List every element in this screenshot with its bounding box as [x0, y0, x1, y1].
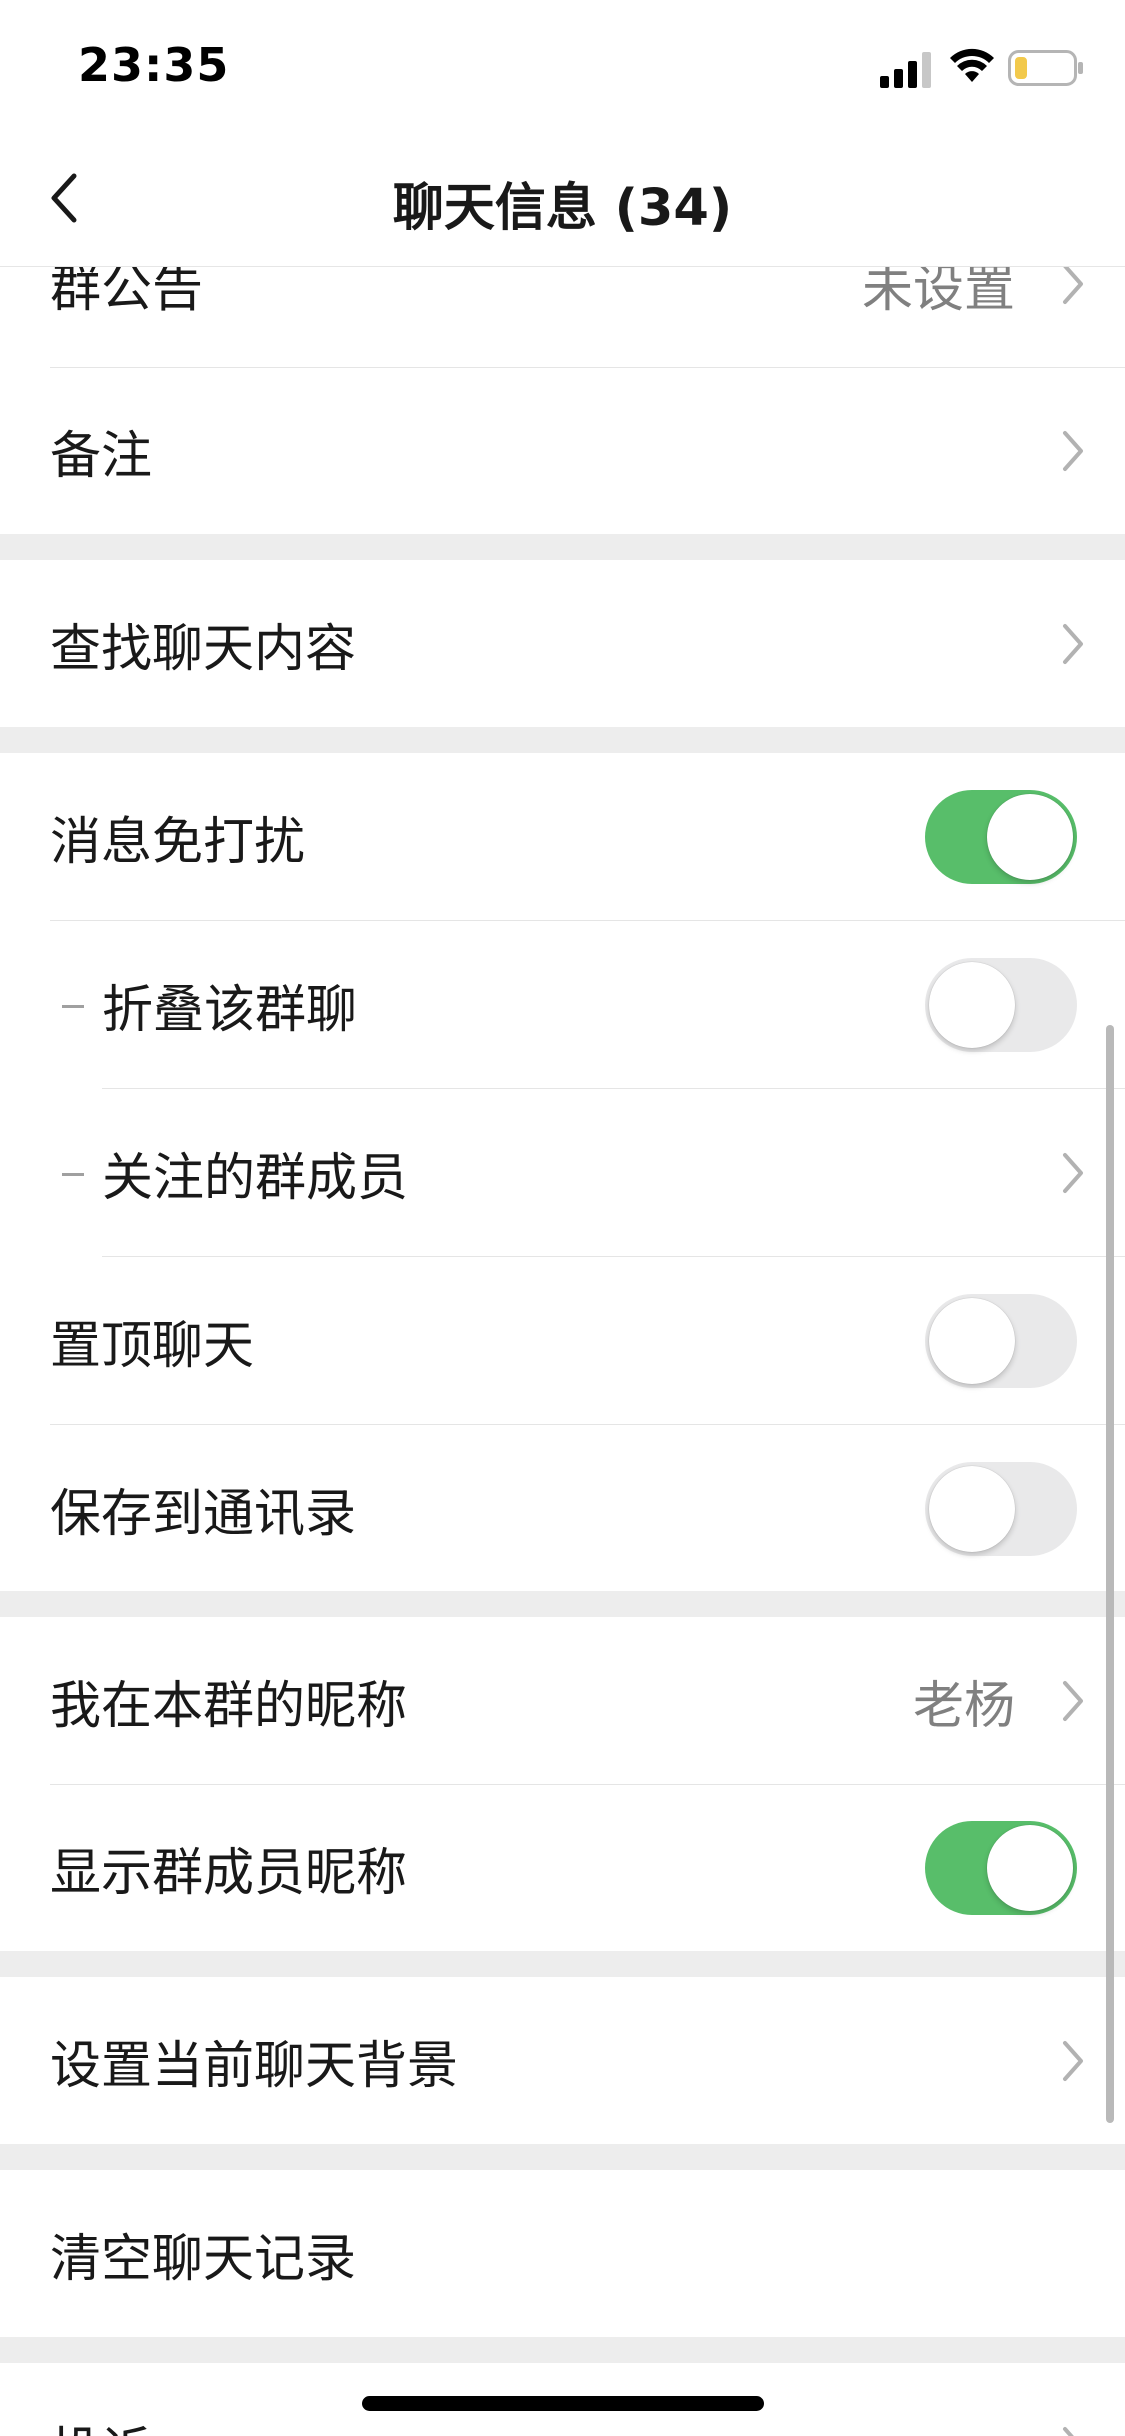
status-bar: 23:35 [0, 0, 1125, 132]
search-section: 查找聊天内容 [0, 560, 1125, 727]
chat-info-screen: 群公告 未设置 备注 查找聊天内容 消息免打扰 折叠该群聊 关注的群成员 置顶聊… [0, 0, 1125, 2436]
mute-toggle[interactable] [925, 789, 1077, 884]
save-contacts-label: 保存到通讯录 [50, 1484, 357, 1544]
sub-item-dash [62, 1172, 84, 1176]
search-chat-label: 查找聊天内容 [50, 619, 357, 679]
show-nicknames-label: 显示群成员昵称 [50, 1843, 408, 1903]
battery-icon [1008, 50, 1083, 86]
chevron-right-icon [1063, 263, 1083, 304]
chat-background-label: 设置当前聊天背景 [50, 2036, 459, 2096]
signal-icon [880, 52, 931, 88]
remark-row[interactable]: 备注 [0, 367, 1125, 534]
followed-members-row[interactable]: 关注的群成员 [0, 1089, 1125, 1256]
my-nickname-label: 我在本群的昵称 [50, 1676, 408, 1736]
chat-background-row[interactable]: 设置当前聊天背景 [0, 1977, 1125, 2144]
show-nicknames-toggle[interactable] [925, 1820, 1077, 1915]
mute-row: 消息免打扰 [0, 753, 1125, 920]
toggle-knob [987, 1824, 1073, 1911]
remark-label: 备注 [50, 426, 153, 486]
report-label: 投诉 [50, 2410, 152, 2436]
background-section: 设置当前聊天背景 [0, 1977, 1125, 2144]
page-title: 聊天信息 (34) [392, 179, 733, 238]
clear-history-row[interactable]: 清空聊天记录 [0, 2170, 1125, 2337]
sub-item-dash [62, 1004, 84, 1008]
chevron-right-icon [1063, 1152, 1083, 1193]
my-nickname-row[interactable]: 我在本群的昵称 老杨 [0, 1617, 1125, 1784]
chevron-right-icon [1063, 2426, 1075, 2436]
home-indicator[interactable] [362, 2396, 764, 2411]
clear-history-label: 清空聊天记录 [50, 2229, 357, 2289]
pin-chat-label: 置顶聊天 [50, 1316, 255, 1376]
toggle-knob [929, 1465, 1015, 1552]
chevron-right-icon [1063, 623, 1083, 664]
scrollbar[interactable] [1106, 1025, 1114, 2123]
pin-chat-toggle[interactable] [925, 1293, 1077, 1388]
chevron-right-icon [1063, 430, 1083, 471]
toggle-knob [987, 793, 1073, 880]
save-contacts-toggle[interactable] [925, 1461, 1077, 1556]
notification-section: 消息免打扰 折叠该群聊 关注的群成员 置顶聊天 保存到通讯录 [0, 753, 1125, 1591]
chevron-right-icon [1063, 1680, 1083, 1721]
chevron-right-icon [1063, 2040, 1083, 2081]
fold-chat-toggle[interactable] [925, 957, 1077, 1052]
mute-label: 消息免打扰 [50, 812, 306, 872]
fold-chat-label: 折叠该群聊 [102, 980, 358, 1040]
fold-chat-row: 折叠该群聊 [0, 921, 1125, 1088]
my-nickname-value: 老杨 [912, 1676, 1015, 1736]
save-contacts-row: 保存到通讯录 [0, 1425, 1125, 1592]
wifi-icon [950, 48, 994, 82]
navigation-bar: 聊天信息 (34) [0, 132, 1125, 267]
clear-section: 清空聊天记录 [0, 2170, 1125, 2337]
nickname-section: 我在本群的昵称 老杨 显示群成员昵称 [0, 1617, 1125, 1951]
toggle-knob [929, 961, 1015, 1048]
toggle-knob [929, 1297, 1015, 1384]
status-time: 23:35 [78, 38, 230, 92]
show-nicknames-row: 显示群成员昵称 [0, 1784, 1125, 1951]
pin-chat-row: 置顶聊天 [0, 1257, 1125, 1424]
search-chat-row[interactable]: 查找聊天内容 [0, 560, 1125, 727]
followed-members-label: 关注的群成员 [102, 1148, 409, 1208]
